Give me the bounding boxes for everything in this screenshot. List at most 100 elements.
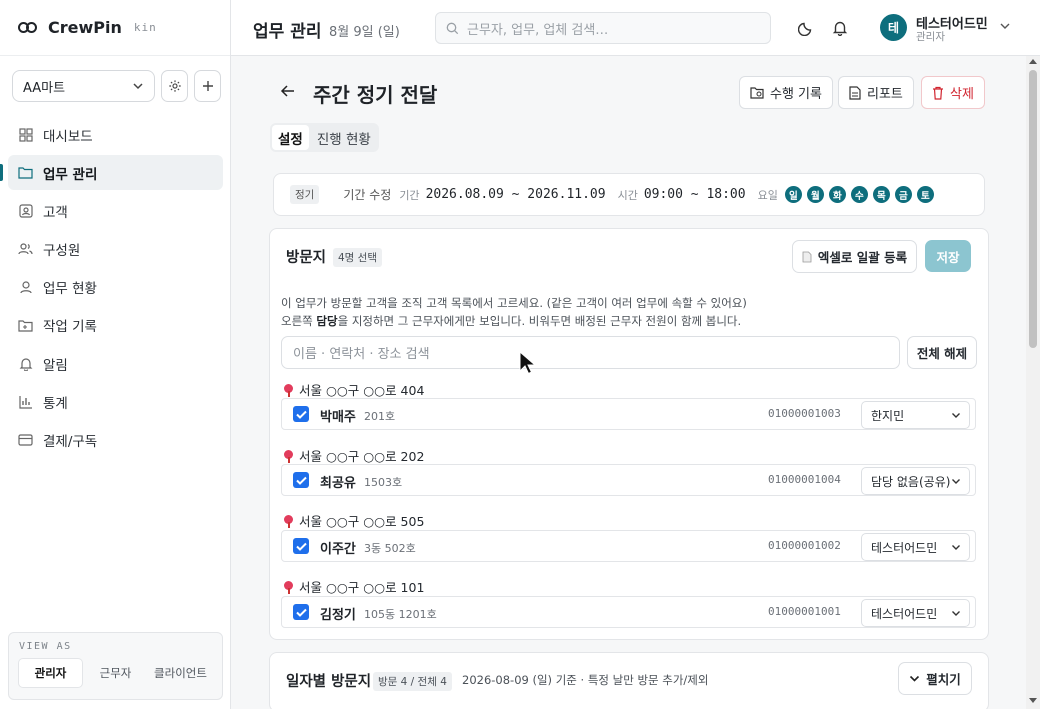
folder-icon — [18, 165, 33, 180]
address-label: 서울 ○○구 ○○로 202 — [299, 449, 425, 464]
dark-mode-toggle[interactable] — [796, 18, 816, 38]
assignee-value: 담당 없음(공유) — [871, 474, 951, 489]
scrollbar[interactable] — [1026, 56, 1040, 709]
customer-search-input[interactable]: 이름 · 연락처 · 장소 검색 — [281, 336, 900, 369]
chevron-down-icon — [952, 545, 960, 550]
sidebar-item-label: 구성원 — [43, 243, 81, 260]
sidebar-item-label: 작업 기록 — [43, 319, 97, 336]
desc-text: 오른쪽 — [281, 314, 317, 328]
visit-count-badge: 4명 선택 — [333, 248, 382, 267]
assignee-select[interactable]: 테스터어드민 — [861, 533, 970, 561]
address-group: 서울 ○○구 ○○로 505 — [284, 511, 424, 530]
store-settings-button[interactable] — [161, 70, 188, 102]
grid-icon — [18, 127, 33, 142]
scroll-up-arrow-icon[interactable] — [1029, 59, 1037, 64]
visit-description-2: 오른쪽 담당을 지정하면 그 근무자에게만 보입니다. 비워두면 배정된 근무자… — [281, 313, 741, 329]
sidebar-item-work-log[interactable]: 작업 기록 — [8, 308, 223, 343]
edit-period-link[interactable]: 기간 수정 — [343, 186, 391, 203]
customer-checkbox[interactable] — [293, 406, 309, 422]
plus-icon — [202, 81, 213, 91]
customer-checkbox[interactable] — [293, 604, 309, 620]
clear-all-button[interactable]: 전체 해제 — [907, 336, 977, 369]
sidebar-item-notifications[interactable]: 알림 — [8, 346, 223, 381]
chart-icon — [18, 394, 33, 409]
customer-name: 박매주 — [320, 410, 356, 425]
add-store-button[interactable] — [194, 70, 221, 102]
sidebar-item-label: 업무 현황 — [43, 281, 97, 298]
scroll-down-arrow-icon[interactable] — [1029, 698, 1037, 703]
view-as-client-tab[interactable]: 클라이언트 — [149, 659, 212, 687]
topbar: 업무 관리 8월 9일 (일) 근무자, 업무, 업체 검색… 테 테스터어드민… — [231, 0, 1040, 56]
customer-name: 이주간 — [320, 542, 356, 557]
assignee-select[interactable]: 테스터어드민 — [861, 599, 970, 627]
map-pin-icon — [284, 514, 293, 528]
task-tabs: 설정 진행 현황 — [270, 123, 379, 152]
view-as-admin-tab[interactable]: 관리자 — [19, 659, 82, 687]
sidebar-item-stats[interactable]: 통계 — [8, 384, 223, 419]
expand-button-label: 펼치기 — [926, 672, 961, 687]
excel-import-label: 엑셀로 일괄 등록 — [817, 250, 908, 265]
assignee-select[interactable]: 한지민 — [861, 401, 970, 429]
view-as-worker-tab[interactable]: 근무자 — [84, 659, 147, 687]
folder-history-icon — [750, 87, 764, 99]
assignee-value: 한지민 — [871, 408, 905, 423]
save-button[interactable]: 저장 — [925, 240, 971, 272]
check-icon — [295, 542, 307, 551]
bell-icon — [832, 21, 848, 36]
history-button[interactable]: 수행 기록 — [739, 76, 833, 109]
chevron-down-icon[interactable] — [999, 20, 1011, 32]
daily-count-badge: 방문 4 / 전체 4 — [373, 672, 452, 691]
brand[interactable]: CrewPin kin — [0, 0, 230, 56]
customer-row: 최공유 1503호 01000001004 담당 없음(공유) — [281, 464, 976, 496]
sidebar: CrewPin kin AA마트 대시보드 업무 관리 고객 구성원 업무 현황… — [0, 0, 231, 709]
history-button-label: 수행 기록 — [770, 87, 822, 102]
days-label: 요일 — [757, 188, 778, 202]
customer-unit: 105동 1201호 — [364, 608, 437, 621]
excel-import-button[interactable]: 엑셀로 일괄 등록 — [792, 240, 917, 273]
tab-settings[interactable]: 설정 — [272, 125, 309, 150]
customer-row: 이주간 3동 502호 01000001002 테스터어드민 — [281, 530, 976, 562]
sidebar-item-label: 결제/구독 — [43, 434, 98, 450]
map-pin-icon — [284, 449, 293, 463]
chevron-down-icon — [952, 413, 960, 418]
tab-progress[interactable]: 진행 현황 — [311, 125, 377, 150]
sidebar-item-customers[interactable]: 고객 — [8, 193, 223, 228]
sidebar-item-tasks[interactable]: 업무 관리 — [0, 155, 223, 191]
avatar[interactable]: 테 — [880, 14, 907, 41]
sidebar-item-dashboard[interactable]: 대시보드 — [8, 117, 223, 152]
delete-button[interactable]: 삭제 — [921, 76, 985, 109]
check-icon — [295, 608, 307, 617]
page-title: 업무 관리 — [253, 22, 322, 42]
sidebar-item-task-status[interactable]: 업무 현황 — [8, 270, 223, 305]
store-select[interactable]: AA마트 — [12, 70, 155, 102]
daily-note: 2026-08-09 (일) 기준 · 특정 날만 방문 추가/제외 — [462, 673, 709, 687]
report-button-label: 리포트 — [867, 87, 903, 102]
day-sat: 토 — [916, 186, 934, 203]
sidebar-item-label: 통계 — [43, 395, 68, 412]
day-fri: 금 — [894, 186, 912, 203]
sidebar-item-label: 알림 — [43, 357, 68, 374]
customer-unit: 201호 — [364, 410, 396, 423]
sidebar-item-label: 대시보드 — [43, 128, 93, 145]
address-group: 서울 ○○구 ○○로 101 — [284, 577, 424, 596]
global-search-input[interactable]: 근무자, 업무, 업체 검색… — [435, 12, 771, 44]
customer-checkbox[interactable] — [293, 538, 309, 554]
sidebar-item-members[interactable]: 구성원 — [8, 232, 223, 267]
sidebar-item-billing[interactable]: 결제/구독 — [8, 423, 223, 458]
sidebar-item-label: 업무 관리 — [43, 166, 98, 183]
notifications-button[interactable] — [830, 18, 850, 38]
back-arrow-icon[interactable] — [280, 83, 296, 99]
contact-icon — [18, 203, 33, 218]
customer-checkbox[interactable] — [293, 472, 309, 488]
assignee-select[interactable]: 담당 없음(공유) — [861, 467, 970, 495]
visit-description-1: 이 업무가 방문할 고객을 조직 고객 목록에서 고르세요. (같은 고객이 여… — [281, 296, 747, 310]
customer-unit: 1503호 — [364, 476, 403, 489]
visit-title: 방문지 — [286, 250, 327, 266]
period-label: 기간 — [399, 188, 420, 202]
desc-bold: 담당 — [316, 314, 338, 328]
expand-button[interactable]: 펼치기 — [898, 662, 972, 695]
status-icon — [18, 280, 33, 295]
report-button[interactable]: 리포트 — [838, 76, 914, 109]
scrollbar-thumb[interactable] — [1029, 70, 1037, 348]
schedule-type-badge: 정기 — [290, 185, 320, 204]
